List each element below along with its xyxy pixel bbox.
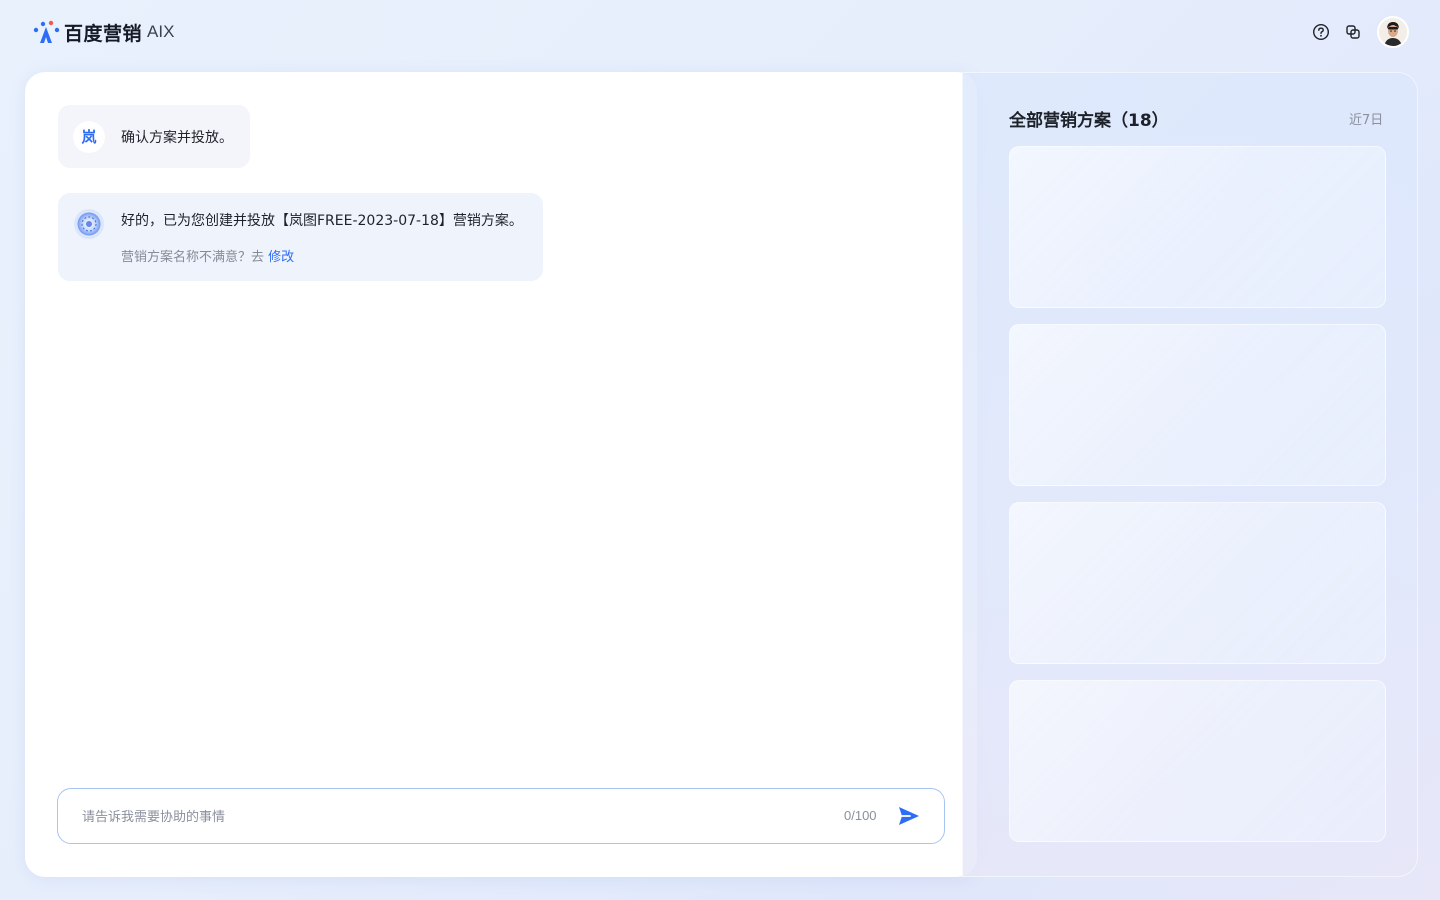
product-name: AIX bbox=[147, 22, 175, 41]
plans-title: 全部营销方案（18） bbox=[1009, 111, 1169, 131]
user-message-bubble: 岚 确认方案并投放。 bbox=[58, 105, 250, 168]
user-avatar[interactable] bbox=[1377, 16, 1409, 48]
chat-panel: 岚 确认方案并投放。 好的，已为您创建并投放【岚图FREE-2023-07-18… bbox=[25, 72, 977, 877]
help-icon[interactable] bbox=[1312, 23, 1330, 41]
marketing-plans-panel: 全部营销方案（18） 近7日 bbox=[962, 72, 1418, 877]
app-logo[interactable]: 百度营销 AIX bbox=[32, 18, 174, 46]
plan-card-placeholder bbox=[1009, 502, 1386, 664]
copy-icon[interactable] bbox=[1344, 23, 1362, 41]
user-message-text: 确认方案并投放。 bbox=[121, 129, 233, 146]
message-input[interactable] bbox=[82, 806, 802, 828]
brand-name: 百度营销 bbox=[64, 22, 143, 45]
top-bar: 百度营销 AIX bbox=[0, 0, 1440, 64]
assistant-message-bubble: 好的，已为您创建并投放【岚图FREE-2023-07-18】营销方案。 营销方案… bbox=[58, 193, 543, 281]
date-range-filter[interactable]: 近7日 bbox=[1349, 109, 1383, 128]
message-composer: 0/100 bbox=[57, 788, 945, 844]
modify-link[interactable]: 修改 bbox=[268, 250, 294, 265]
plan-card-placeholder bbox=[1009, 680, 1386, 842]
character-counter: 0/100 bbox=[844, 808, 877, 823]
user-avatar-badge: 岚 bbox=[73, 120, 105, 153]
baidu-marketing-logo-icon bbox=[33, 20, 60, 43]
plan-card-placeholder bbox=[1009, 324, 1386, 486]
send-icon[interactable] bbox=[896, 803, 922, 829]
rename-hint: 营销方案名称不满意？去 修改 bbox=[121, 246, 294, 265]
plan-card-placeholder bbox=[1009, 146, 1386, 308]
assistant-avatar-icon bbox=[74, 209, 104, 239]
rename-hint-text: 营销方案名称不满意？去 bbox=[121, 250, 265, 265]
assistant-message-text: 好的，已为您创建并投放【岚图FREE-2023-07-18】营销方案。 bbox=[121, 213, 523, 229]
avatar-image bbox=[1379, 18, 1407, 46]
